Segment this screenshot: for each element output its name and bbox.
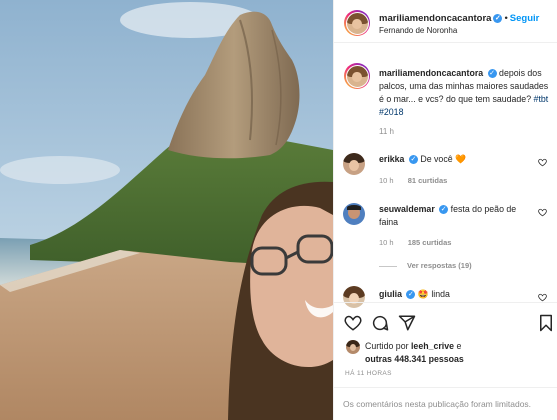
comment-text: giulia ✓ 🤩 linda — [379, 288, 534, 301]
verified-icon: ✓ — [408, 155, 418, 165]
commenter-avatar[interactable] — [343, 153, 365, 175]
beach-mountain-photo — [0, 0, 333, 420]
liker-username[interactable]: leeh_crive — [411, 341, 454, 351]
comment-body: De você — [420, 154, 453, 164]
location-link[interactable]: Fernando de Noronha — [379, 26, 457, 35]
comment-meta: 10 h 185 curtidas — [379, 238, 463, 247]
header-username-row: mariliamendoncacantora ✓ • Seguir — [379, 13, 539, 24]
comment-username[interactable]: giulia — [379, 289, 402, 299]
comment-heart-icon[interactable] — [538, 208, 547, 217]
star-struck-emoji: 🤩 — [417, 289, 429, 299]
follow-button[interactable]: Seguir — [510, 13, 540, 24]
commenter-avatar[interactable] — [343, 203, 365, 225]
liker-avatar[interactable] — [346, 340, 360, 354]
likes-count[interactable]: outras 448.341 pessoas — [365, 354, 464, 364]
verified-icon: ✓ — [493, 13, 503, 23]
comments-limited-notice: Os comentários nesta publicação foram li… — [334, 387, 557, 420]
post-action-bar — [334, 302, 557, 338]
caption-timestamp[interactable]: 11 h — [379, 127, 394, 136]
share-icon[interactable] — [398, 314, 416, 332]
post-photo[interactable] — [0, 0, 333, 420]
separator: • — [504, 13, 508, 24]
author-username[interactable]: mariliamendoncacantora — [379, 13, 491, 24]
view-replies-button[interactable]: Ver respostas (19) — [379, 261, 472, 270]
verified-icon: ✓ — [487, 69, 497, 79]
comment-heart-icon[interactable] — [538, 293, 547, 302]
view-replies-label: Ver respostas (19) — [407, 261, 472, 270]
comment-text: erikka ✓ De você 🧡 — [379, 153, 534, 166]
comment-time[interactable]: 10 h — [379, 238, 394, 247]
author-avatar[interactable] — [344, 10, 370, 36]
comment-meta: 10 h 81 curtidas — [379, 176, 459, 185]
replies-divider — [379, 265, 397, 267]
post-timestamp[interactable]: HÁ 11 HORAS — [345, 370, 392, 377]
caption-avatar[interactable] — [344, 63, 370, 89]
post-sidebar: mariliamendoncacantora ✓ • Seguir Fernando … — [333, 0, 557, 420]
comments-limited-text: Os comentários nesta publicação foram li… — [343, 399, 532, 409]
likes-prefix: Curtido por — [365, 341, 409, 351]
likes-text: Curtido por leeh_crive e outras 448.341 … — [365, 340, 550, 366]
comment-body: linda — [431, 289, 450, 299]
comment-likes[interactable]: 185 curtidas — [408, 238, 452, 247]
comment-text: seuwaldemar ✓ festa do peão de faina — [379, 203, 534, 229]
caption-username[interactable]: mariliamendoncacantora — [379, 68, 483, 78]
bookmark-icon[interactable] — [537, 314, 555, 332]
comment-time[interactable]: 10 h — [379, 176, 394, 185]
verified-icon: ✓ — [406, 290, 416, 300]
orange-heart-emoji: 🧡 — [455, 154, 467, 164]
caption-text: mariliamendoncacantora ✓ depois dos palc… — [379, 67, 549, 119]
verified-icon: ✓ — [439, 205, 449, 215]
likes-summary: Curtido por leeh_crive e outras 448.341 … — [334, 337, 557, 367]
heart-icon[interactable] — [344, 314, 362, 332]
comment-icon[interactable] — [371, 314, 389, 332]
likes-connector: e — [456, 341, 462, 351]
comment-username[interactable]: seuwaldemar — [379, 204, 435, 214]
comment-heart-icon[interactable] — [538, 158, 547, 167]
comment-username[interactable]: erikka — [379, 154, 404, 164]
comment-likes[interactable]: 81 curtidas — [408, 176, 448, 185]
post-header: mariliamendoncacantora ✓ • Seguir Fernando … — [334, 0, 557, 43]
